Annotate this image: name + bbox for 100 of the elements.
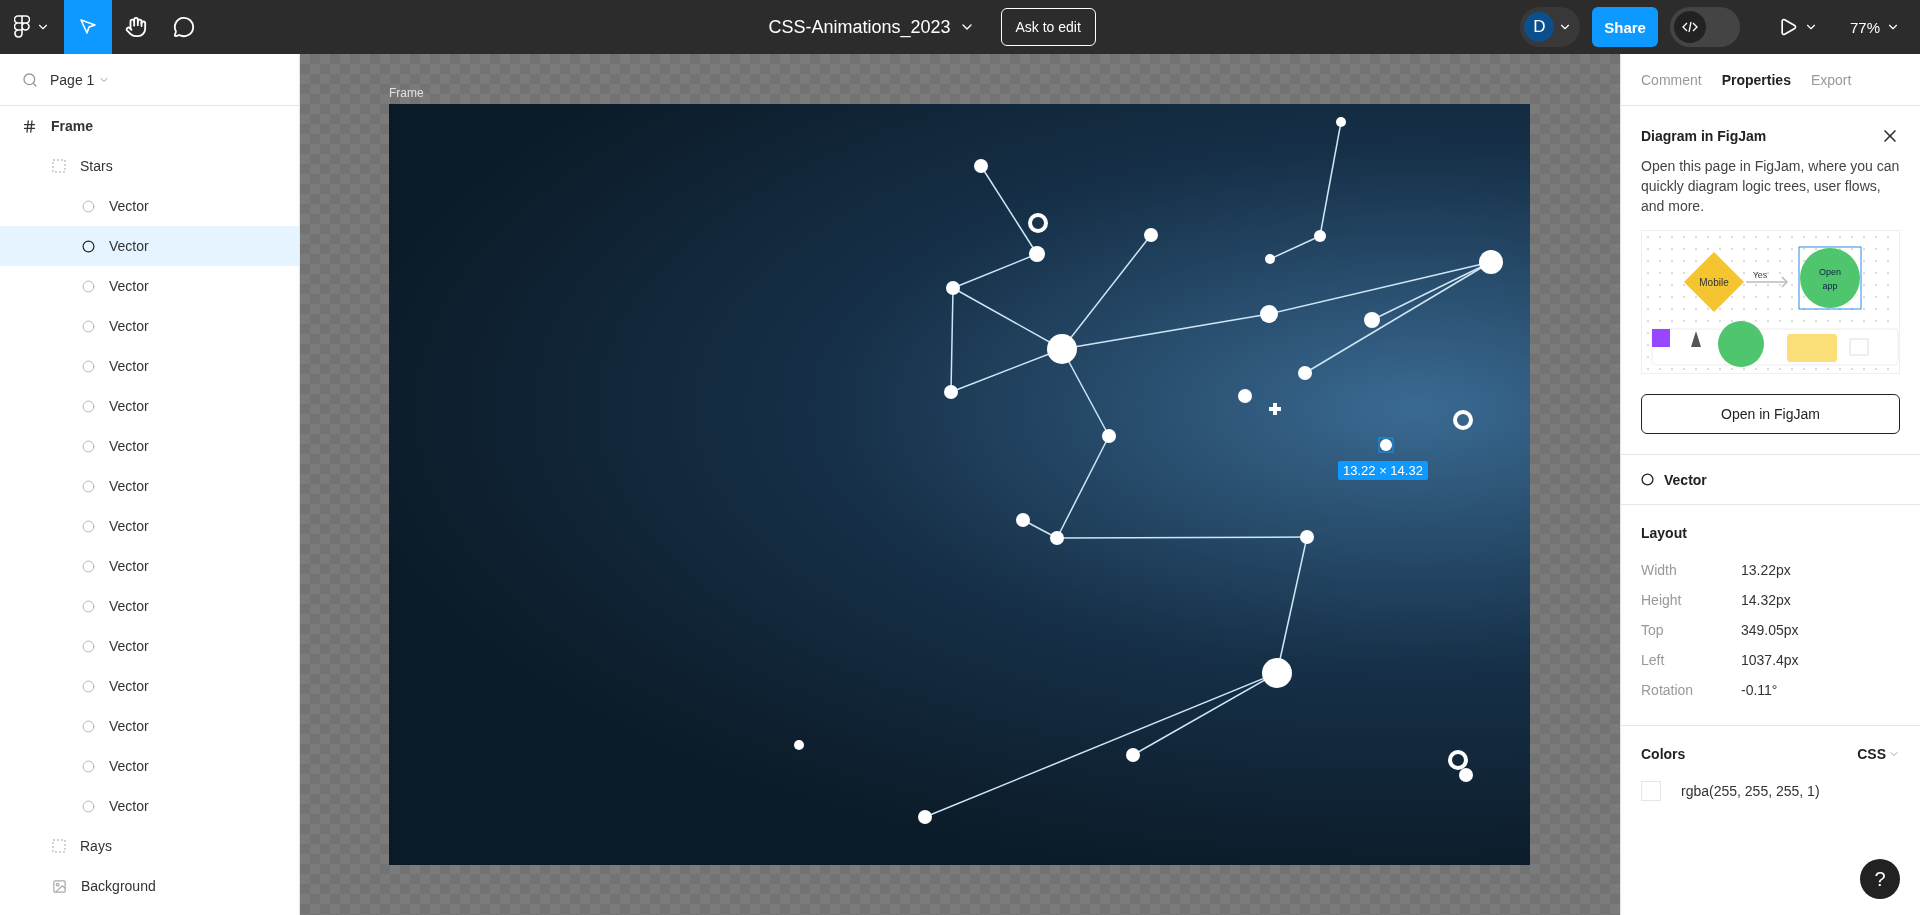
layer-name: Vector: [109, 758, 149, 774]
layer-name: Frame: [51, 118, 94, 134]
image-icon: [52, 878, 67, 894]
layer-item[interactable]: Vector: [0, 626, 299, 666]
user-menu-button[interactable]: D: [1520, 7, 1581, 47]
circle-icon: [82, 799, 95, 813]
circle-icon: [82, 519, 95, 533]
size-label: 13.22 × 14.32: [1338, 461, 1428, 480]
layer-name: Vector: [109, 558, 149, 574]
code-icon: [1681, 21, 1698, 33]
layer-name: Vector: [109, 518, 149, 534]
dashed-square-icon: [52, 159, 66, 173]
property-label: Width: [1641, 562, 1678, 578]
layer-item[interactable]: Vector: [0, 306, 299, 346]
dev-mode-toggle[interactable]: [1669, 7, 1740, 47]
layer-item[interactable]: Stars: [0, 146, 299, 186]
layer-name: Vector: [109, 318, 149, 334]
circle-icon: [82, 399, 95, 413]
dashed-square-icon: [52, 839, 66, 853]
layer-name: Stars: [80, 158, 113, 174]
pointer-icon: [78, 17, 98, 37]
circle-icon: [82, 679, 95, 693]
color-value: rgba(255, 255, 255, 1): [1681, 783, 1820, 799]
circle-icon: [82, 559, 95, 573]
open-in-figjam-button[interactable]: Open in FigJam: [1641, 394, 1900, 434]
layer-item[interactable]: Vector: [0, 386, 299, 426]
layer-item[interactable]: Rays: [0, 826, 299, 866]
layer-item[interactable]: Vector: [0, 266, 299, 306]
zoom-menu[interactable]: 77%: [1843, 18, 1906, 36]
circle-icon: [82, 319, 95, 333]
layer-name: Vector: [109, 798, 149, 814]
layer-item[interactable]: Vector: [0, 666, 299, 706]
section-title: Layout: [1641, 525, 1687, 541]
property-value: 1037.4px: [1741, 652, 1799, 668]
circle-icon: [82, 719, 95, 733]
property-label: Top: [1641, 622, 1665, 638]
selection-name: Vector: [1664, 471, 1707, 488]
layer-item[interactable]: Vector: [0, 546, 299, 586]
property-value: 14.32px: [1741, 592, 1791, 608]
property-label: Height: [1641, 592, 1683, 608]
circle-icon: [82, 439, 95, 453]
hand-icon: [125, 16, 147, 38]
format-dropdown[interactable]: CSS: [1857, 746, 1900, 762]
circle-icon: [1641, 473, 1654, 486]
layer-name: Vector: [109, 718, 149, 734]
frame-label: Frame: [389, 86, 424, 100]
layer-name: Vector: [109, 198, 149, 214]
property-value: -0.11°: [1741, 682, 1778, 698]
property-label: Rotation: [1641, 682, 1695, 698]
layer-name: Vector: [109, 238, 149, 254]
circle-icon: [82, 279, 95, 293]
diagram-label: Yes: [1752, 270, 1768, 280]
circle-icon: [82, 599, 95, 613]
layer-item[interactable]: Vector: [0, 506, 299, 546]
logo-icon: [14, 15, 30, 39]
layer-item[interactable]: Vector: [0, 746, 299, 786]
section-title: Colors: [1641, 746, 1686, 762]
layer-item[interactable]: Vector: [0, 426, 299, 466]
frame-icon: [22, 118, 37, 134]
layer-item[interactable]: Vector: [0, 226, 299, 266]
search-icon: [22, 71, 38, 88]
comment-icon: [173, 16, 195, 38]
layer-item[interactable]: Vector: [0, 586, 299, 626]
layer-item[interactable]: Vector: [0, 786, 299, 826]
ask-to-edit-button[interactable]: Ask to edit: [1000, 8, 1096, 46]
layer-item[interactable]: Vector: [0, 466, 299, 506]
banner-title: Diagram in FigJam: [1641, 128, 1767, 144]
circle-icon: [82, 639, 95, 653]
layer-name: Vector: [109, 358, 149, 374]
layer-item[interactable]: Background: [0, 866, 299, 906]
layer-name: Vector: [109, 478, 149, 494]
property-value: 349.05px: [1741, 622, 1799, 638]
layer-item[interactable]: Vector: [0, 186, 299, 226]
layer-name: Vector: [109, 598, 149, 614]
help-button[interactable]: ?: [1860, 859, 1900, 899]
layer-name: Vector: [109, 438, 149, 454]
circle-icon: [82, 239, 95, 253]
page-selector[interactable]: Page 1: [50, 71, 111, 88]
banner-text: Open this page in FigJam, where you can quickly diagram logic trees, user flows, and more.: [1641, 157, 1900, 216]
layer-name: Background: [81, 878, 156, 894]
layer-name: Vector: [109, 398, 149, 414]
layer-item[interactable]: Vector: [0, 706, 299, 746]
layer-item[interactable]: Vector: [0, 346, 299, 386]
layer-item[interactable]: Frame: [0, 106, 299, 146]
circle-icon: [82, 759, 95, 773]
file-title[interactable]: CSS-Animations_2023: [762, 15, 981, 39]
diamond-shape: [1684, 252, 1744, 312]
arrow-drawing: [1745, 276, 1789, 288]
circle-icon: [82, 199, 95, 213]
diagram-label: app: [1822, 281, 1838, 291]
circle-icon: [82, 359, 95, 373]
panel-tab[interactable]: Properties: [1721, 71, 1791, 88]
diagram-label: Mobile: [1699, 277, 1729, 288]
layer-name: Vector: [109, 678, 149, 694]
circle-icon: [82, 479, 95, 493]
diagram-label: Open: [1819, 267, 1841, 277]
layer-name: Vector: [109, 278, 149, 294]
property-label: Left: [1641, 652, 1666, 668]
avatar: D: [1524, 12, 1555, 42]
layer-name: Rays: [80, 838, 112, 854]
